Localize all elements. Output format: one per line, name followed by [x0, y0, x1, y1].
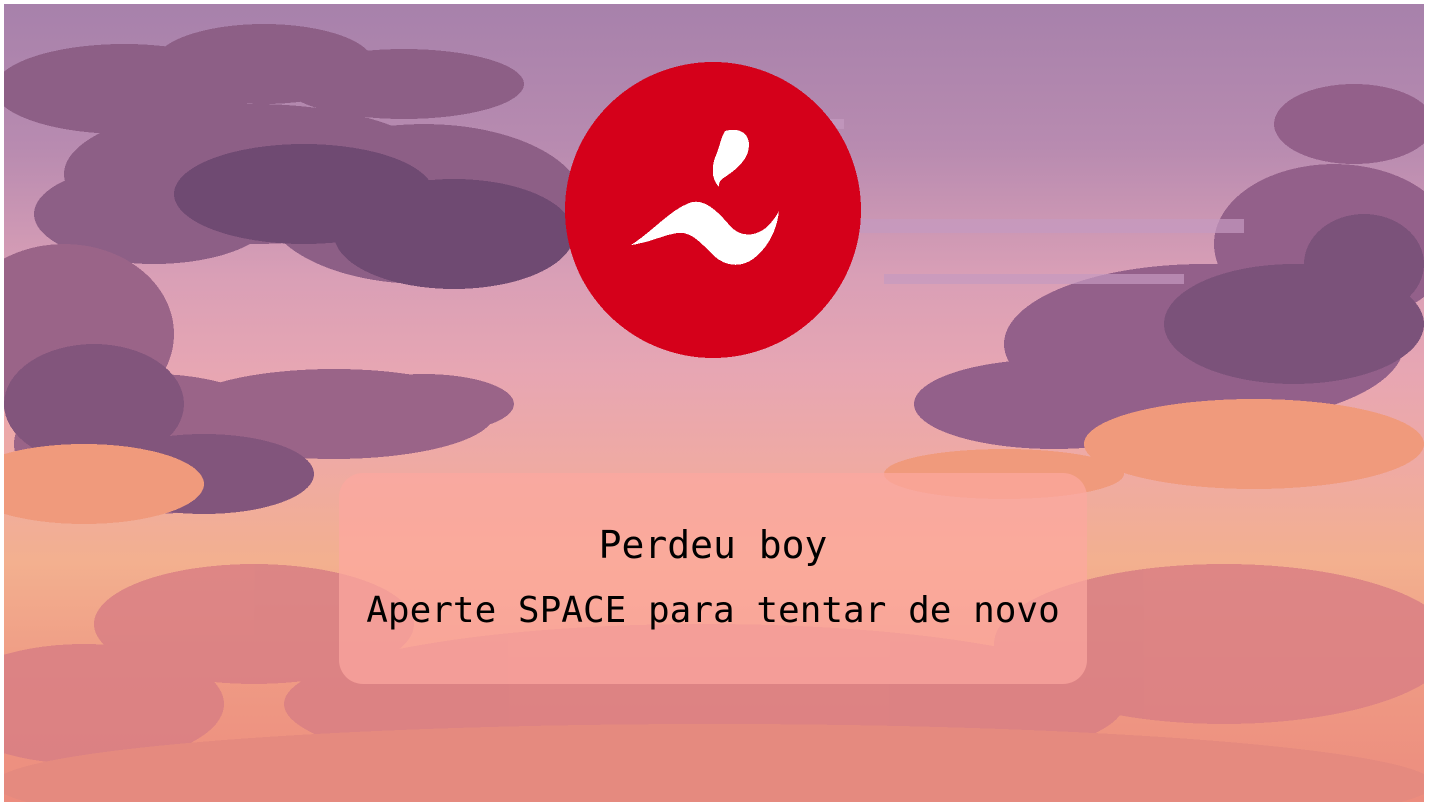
- game-screen: Perdeu boy Aperte SPACE para tentar de n…: [0, 0, 1429, 806]
- swimmer-logo-icon: [565, 62, 861, 358]
- game-logo: [563, 61, 863, 361]
- retry-instruction: Aperte SPACE para tentar de novo: [366, 589, 1060, 631]
- game-over-title: Perdeu boy: [598, 522, 828, 567]
- game-over-panel: Perdeu boy Aperte SPACE para tentar de n…: [339, 473, 1087, 684]
